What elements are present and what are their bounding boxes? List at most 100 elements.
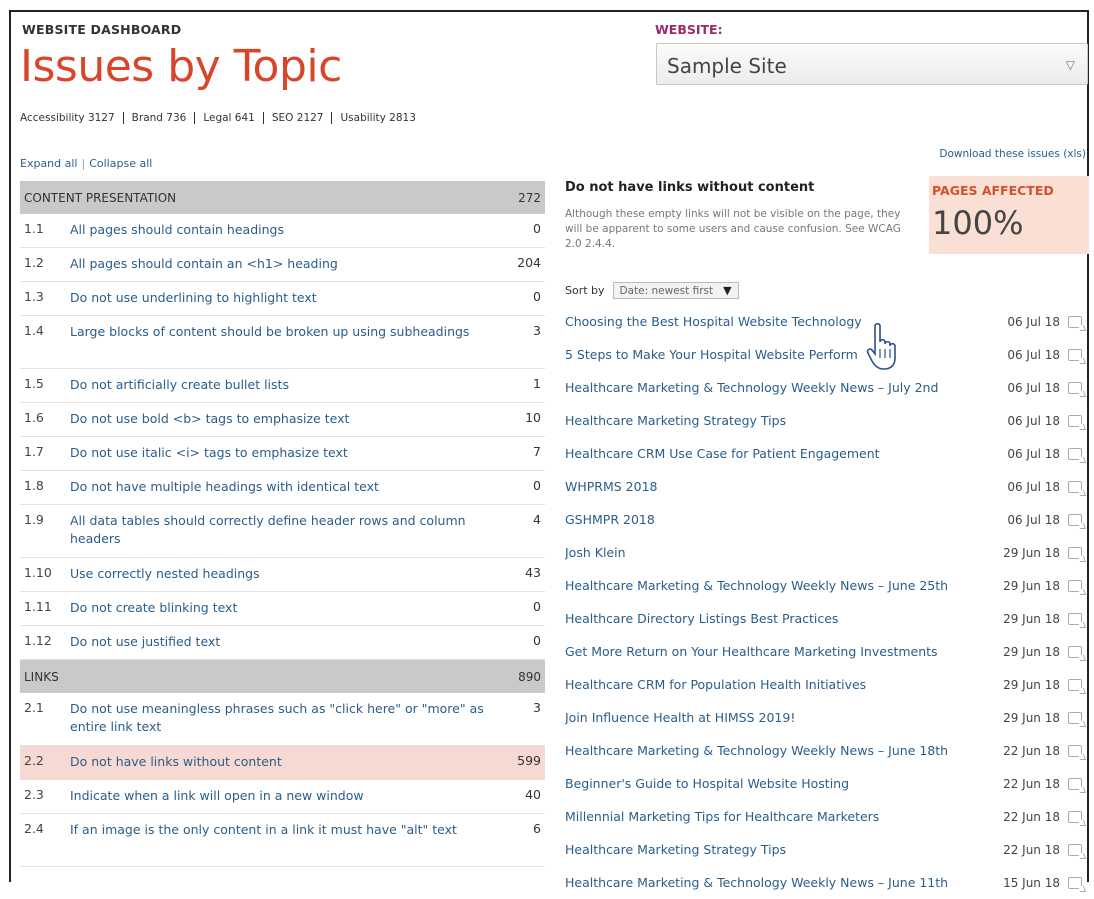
page-link[interactable]: GSHMPR 2018 (565, 512, 1000, 527)
page-link[interactable]: Healthcare CRM for Population Health Ini… (565, 677, 1000, 692)
page-date: 06 Jul 18 (1007, 479, 1060, 494)
comment-icon[interactable] (1060, 777, 1090, 790)
page-row[interactable]: Healthcare Marketing Strategy Tips 22 Jun… (565, 833, 1090, 866)
comment-icon[interactable] (1060, 678, 1090, 691)
issue-label[interactable]: Large blocks of content should be broken… (70, 323, 501, 341)
issue-label[interactable]: Do not use justified text (70, 633, 501, 651)
section-header-content-presentation[interactable]: CONTENT PRESENTATION 272 (20, 181, 545, 214)
page-row[interactable]: Millennial Marketing Tips for Healthcare… (565, 800, 1090, 833)
page-row[interactable]: Beginner's Guide to Hospital Website Hos… (565, 767, 1090, 800)
sort-select[interactable]: Date: newest first ▼ (612, 282, 739, 299)
page-row[interactable]: Healthcare Marketing & Technology Weekly… (565, 569, 1090, 602)
topic-seo[interactable]: SEO 2127 (262, 112, 332, 124)
page-link[interactable]: WHPRMS 2018 (565, 479, 1000, 494)
comment-icon[interactable] (1060, 711, 1090, 724)
issue-row[interactable]: 1.1 All pages should contain headings 0 (20, 214, 545, 248)
page-row[interactable]: 5 Steps to Make Your Hospital Website Pe… (565, 338, 1090, 371)
page-row[interactable]: Healthcare Marketing & Technology Weekly… (565, 734, 1090, 767)
page-row[interactable]: Healthcare CRM Use Case for Patient Enga… (565, 437, 1090, 470)
page-date: 29 Jun 18 (1003, 644, 1060, 659)
issue-row[interactable]: 1.2 All pages should contain an <h1> hea… (20, 248, 545, 282)
issue-row[interactable]: 1.11 Do not create blinking text 0 (20, 592, 545, 626)
page-row[interactable]: Josh Klein 29 Jun 18 (565, 536, 1090, 569)
comment-icon[interactable] (1060, 579, 1090, 592)
page-link[interactable]: Millennial Marketing Tips for Healthcare… (565, 809, 1000, 824)
page-row[interactable]: WHPRMS 2018 06 Jul 18 (565, 470, 1090, 503)
issue-row[interactable]: 1.5 Do not artificially create bullet li… (20, 369, 545, 403)
collapse-all-link[interactable]: Collapse all (89, 157, 152, 170)
issue-label[interactable]: Do not artificially create bullet lists (70, 376, 501, 394)
issue-label[interactable]: All pages should contain an <h1> heading (70, 255, 501, 273)
page-row[interactable]: Choosing the Best Hospital Website Techn… (565, 305, 1090, 338)
comment-icon[interactable] (1060, 546, 1090, 559)
issue-row[interactable]: 2.3 Indicate when a link will open in a … (20, 780, 545, 814)
issue-label[interactable]: All data tables should correctly define … (70, 512, 501, 548)
comment-icon[interactable] (1060, 876, 1090, 889)
section-header-links[interactable]: LINKS 890 (20, 660, 545, 693)
issue-row[interactable]: 1.9 All data tables should correctly def… (20, 505, 545, 558)
comment-icon[interactable] (1060, 744, 1090, 757)
page-link[interactable]: Healthcare Marketing Strategy Tips (565, 413, 1000, 428)
page-row[interactable]: Join Influence Health at HIMSS 2019! 29 J… (565, 701, 1090, 734)
comment-icon[interactable] (1060, 480, 1090, 493)
page-row[interactable]: Healthcare Marketing Strategy Tips 06 Jul… (565, 404, 1090, 437)
page-link[interactable]: Healthcare Marketing Strategy Tips (565, 842, 1000, 857)
page-link[interactable]: Healthcare Marketing & Technology Weekly… (565, 875, 1000, 890)
website-select[interactable]: Sample Site ▽ (656, 43, 1088, 85)
comment-icon[interactable] (1060, 513, 1090, 526)
page-row[interactable]: GSHMPR 2018 06 Jul 18 (565, 503, 1090, 536)
issue-label[interactable]: All pages should contain headings (70, 221, 501, 239)
issue-row[interactable]: 2.1 Do not use meaningless phrases such … (20, 693, 545, 746)
topic-legal[interactable]: Legal 641 (194, 112, 263, 124)
issue-row[interactable]: 1.7 Do not use italic <i> tags to emphas… (20, 437, 545, 471)
comment-icon[interactable] (1060, 315, 1090, 328)
page-row[interactable]: Healthcare Marketing & Technology Weekly… (565, 371, 1090, 404)
issue-label[interactable]: Do not use bold <b> tags to emphasize te… (70, 410, 501, 428)
comment-icon[interactable] (1060, 810, 1090, 823)
topic-accessibility[interactable]: Accessibility 3127 (20, 112, 123, 124)
issue-label[interactable]: Do not use italic <i> tags to emphasize … (70, 444, 501, 462)
topic-brand[interactable]: Brand 736 (122, 112, 195, 124)
comment-icon[interactable] (1060, 843, 1090, 856)
page-link[interactable]: Get More Return on Your Healthcare Marke… (565, 644, 1000, 659)
page-row[interactable]: Healthcare Directory Listings Best Pract… (565, 602, 1090, 635)
page-row[interactable]: Healthcare CRM for Population Health Ini… (565, 668, 1090, 701)
issue-label[interactable]: If an image is the only content in a lin… (70, 821, 501, 839)
comment-icon[interactable] (1060, 414, 1090, 427)
page-link[interactable]: Healthcare Directory Listings Best Pract… (565, 611, 1000, 626)
page-link[interactable]: Healthcare Marketing & Technology Weekly… (565, 743, 1000, 758)
issue-row[interactable]: 1.6 Do not use bold <b> tags to emphasiz… (20, 403, 545, 437)
expand-all-link[interactable]: Expand all (20, 157, 78, 170)
issue-label[interactable]: Use correctly nested headings (70, 565, 501, 583)
page-link[interactable]: 5 Steps to Make Your Hospital Website Pe… (565, 347, 1000, 362)
issue-label[interactable]: Do not create blinking text (70, 599, 501, 617)
page-link[interactable]: Josh Klein (565, 545, 1000, 560)
issue-row[interactable]: 1.8 Do not have multiple headings with i… (20, 471, 545, 505)
issue-row-selected[interactable]: 2.2 Do not have links without content 59… (20, 746, 545, 780)
page-link[interactable]: Healthcare Marketing & Technology Weekly… (565, 380, 1000, 395)
issue-row[interactable]: 1.10 Use correctly nested headings 43 (20, 558, 545, 592)
download-issues-link[interactable]: Download these issues (xls) (939, 148, 1086, 160)
page-row[interactable]: Healthcare Marketing & Technology Weekly… (565, 866, 1090, 899)
issue-label[interactable]: Do not have links without content (70, 753, 501, 771)
issue-row[interactable]: 1.12 Do not use justified text 0 (20, 626, 545, 660)
page-row[interactable]: Get More Return on Your Healthcare Marke… (565, 635, 1090, 668)
comment-icon[interactable] (1060, 612, 1090, 625)
page-link[interactable]: Healthcare Marketing & Technology Weekly… (565, 578, 1000, 593)
issue-row[interactable]: 1.3 Do not use underlining to highlight … (20, 282, 545, 316)
comment-icon[interactable] (1060, 645, 1090, 658)
comment-icon[interactable] (1060, 381, 1090, 394)
comment-icon[interactable] (1060, 348, 1090, 361)
issue-label[interactable]: Do not use meaningless phrases such as "… (70, 700, 501, 736)
page-link[interactable]: Choosing the Best Hospital Website Techn… (565, 314, 1000, 329)
issue-label[interactable]: Do not use underlining to highlight text (70, 289, 501, 307)
page-link[interactable]: Join Influence Health at HIMSS 2019! (565, 710, 1000, 725)
topic-usability[interactable]: Usability 2813 (331, 112, 423, 124)
page-link[interactable]: Healthcare CRM Use Case for Patient Enga… (565, 446, 1000, 461)
issue-row[interactable]: 2.4 If an image is the only content in a… (20, 814, 545, 867)
issue-row[interactable]: 1.4 Large blocks of content should be br… (20, 316, 545, 369)
issue-label[interactable]: Do not have multiple headings with ident… (70, 478, 501, 496)
comment-icon[interactable] (1060, 447, 1090, 460)
issue-label[interactable]: Indicate when a link will open in a new … (70, 787, 501, 805)
page-link[interactable]: Beginner's Guide to Hospital Website Hos… (565, 776, 1000, 791)
